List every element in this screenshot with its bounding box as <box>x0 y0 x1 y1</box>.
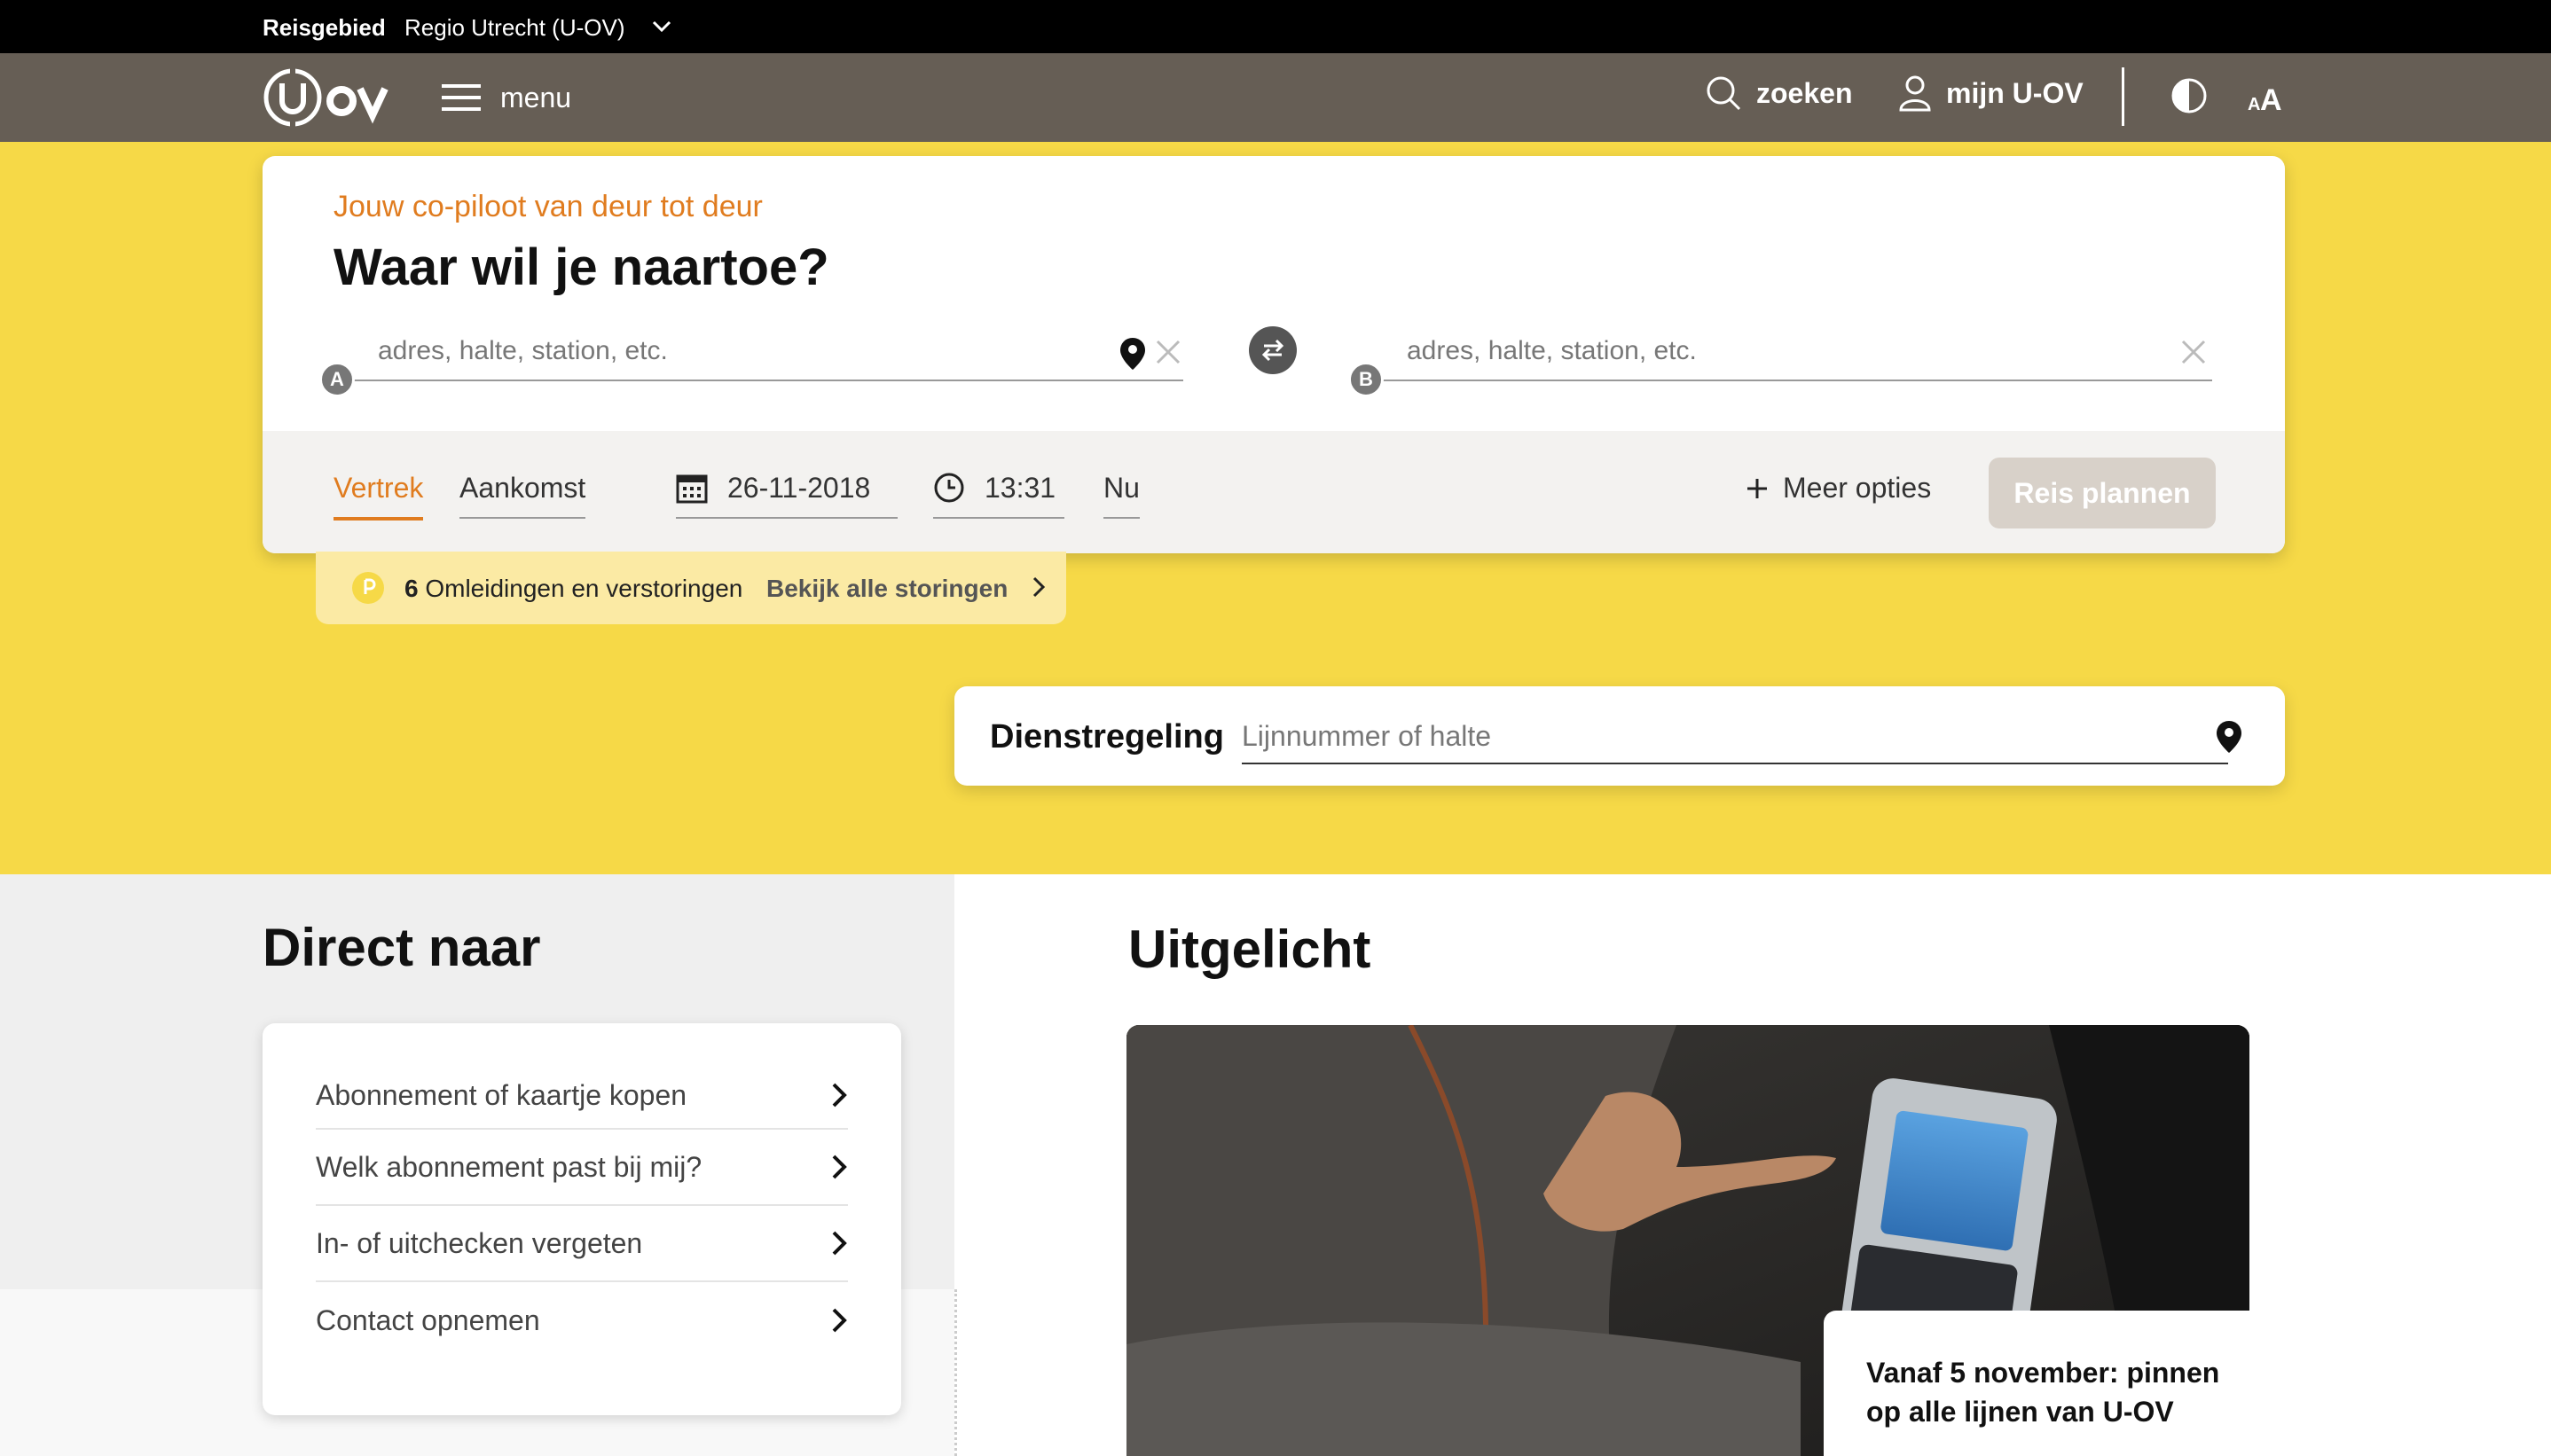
marker-b: B <box>1348 362 1384 397</box>
text-size-icon[interactable]: AA <box>2248 80 2287 115</box>
marker-a: A <box>319 362 355 397</box>
region-label: Reisgebied <box>263 14 386 41</box>
disruption-summary: 6 Omleidingen en verstoringen <box>404 575 742 603</box>
to-input[interactable] <box>1407 325 2087 378</box>
u-ov-logo[interactable] <box>263 67 396 128</box>
divider <box>954 1289 957 1456</box>
link-welk-abonnement[interactable]: Welk abonnement past bij mij? <box>316 1130 848 1206</box>
chevron-right-icon <box>832 1083 847 1108</box>
search-icon <box>1707 76 1741 111</box>
date-picker[interactable]: 26-11-2018 <box>676 472 898 519</box>
svg-text:A: A <box>2248 95 2260 114</box>
calendar-icon <box>676 474 708 504</box>
chevron-right-icon <box>832 1308 847 1333</box>
disruption-notice: 6 Omleidingen en verstoringen Bekijk all… <box>316 552 1066 624</box>
link-inchecken-vergeten[interactable]: In- of uitchecken vergeten <box>316 1206 848 1282</box>
time-picker[interactable]: 13:31 <box>933 472 1064 519</box>
plus-icon <box>1747 478 1767 498</box>
timetable-search: Dienstregeling <box>954 686 2285 786</box>
chevron-right-icon <box>1033 576 1046 598</box>
search-label: zoeken <box>1756 76 1853 109</box>
menu-button[interactable]: menu <box>442 76 571 119</box>
chevron-right-icon <box>832 1231 847 1256</box>
timetable-input[interactable] <box>1242 713 2129 759</box>
swap-button[interactable] <box>1249 326 1297 374</box>
more-options-label: Meer opties <box>1783 472 1932 504</box>
clock-icon <box>934 473 964 503</box>
contrast-icon[interactable] <box>2170 76 2209 115</box>
link-label: Abonnement of kaartje kopen <box>316 1078 687 1111</box>
timetable-title: Dienstregeling <box>990 718 1224 755</box>
from-field: A <box>319 325 1183 397</box>
featured-title: Uitgelicht <box>1128 920 1371 979</box>
main-nav: menu zoeken mijn U-OV AA <box>0 53 2551 142</box>
link-contact[interactable]: Contact opnemen <box>316 1282 848 1358</box>
date-value: 26-11-2018 <box>727 472 871 504</box>
account-button[interactable]: mijn U-OV <box>1898 74 2084 112</box>
planner-heading: Waar wil je naartoe? <box>334 239 829 296</box>
account-label: mijn U-OV <box>1946 76 2084 109</box>
svg-text:A: A <box>2260 83 2282 115</box>
swap-icon <box>1261 339 1284 362</box>
disruption-count: 6 <box>404 575 419 602</box>
featured-caption[interactable]: Vanaf 5 november: pinnen op alle lijnen … <box>1824 1311 2285 1456</box>
region-selector[interactable]: Regio Utrecht (U-OV) <box>404 14 625 42</box>
time-value: 13:31 <box>985 472 1056 504</box>
direct-title: Direct naar <box>263 918 541 977</box>
link-abonnement-kopen[interactable]: Abonnement of kaartje kopen <box>316 1062 848 1130</box>
now-button[interactable]: Nu <box>1103 472 1140 519</box>
tab-vertrek[interactable]: Vertrek <box>334 472 424 521</box>
more-options-button[interactable]: Meer opties <box>1746 472 1931 517</box>
planner-options: Vertrek Aankomst 26-11-2018 13:31 Nu Mee… <box>263 431 2285 553</box>
plan-journey-button[interactable]: Reis plannen <box>1989 458 2216 528</box>
direct-links-card: Abonnement of kaartje kopen Welk abonnem… <box>263 1023 901 1415</box>
planner-tagline: Jouw co-piloot van deur tot deur <box>334 190 763 223</box>
chevron-right-icon <box>832 1155 847 1179</box>
location-pin-icon[interactable] <box>1119 337 1146 371</box>
clear-from-icon[interactable] <box>1155 339 1181 365</box>
region-bar: Reisgebied Regio Utrecht (U-OV) <box>0 0 2551 53</box>
journey-planner: Jouw co-piloot van deur tot deur Waar wi… <box>263 156 2285 553</box>
timetable-field <box>1242 708 2241 764</box>
location-pin-icon[interactable] <box>2216 720 2242 754</box>
link-label: In- of uitchecken vergeten <box>316 1226 643 1259</box>
link-label: Welk abonnement past bij mij? <box>316 1150 703 1183</box>
warning-icon <box>352 572 384 604</box>
link-label: Contact opnemen <box>316 1303 540 1336</box>
chevron-down-icon[interactable] <box>649 14 674 39</box>
disruptions-link-label: Bekijk alle storingen <box>766 575 1009 602</box>
nav-divider <box>2122 67 2124 126</box>
hamburger-icon <box>442 84 481 111</box>
user-icon <box>1899 75 1931 112</box>
tab-aankomst[interactable]: Aankomst <box>459 472 586 519</box>
menu-label: menu <box>500 81 572 114</box>
search-button[interactable]: zoeken <box>1705 74 1852 112</box>
to-field: B <box>1348 325 2212 397</box>
from-input[interactable] <box>378 325 1058 378</box>
disruptions-link[interactable]: Bekijk alle storingen <box>766 575 1047 603</box>
clear-to-icon[interactable] <box>2180 339 2207 365</box>
disruption-text: Omleidingen en verstoringen <box>425 575 743 602</box>
